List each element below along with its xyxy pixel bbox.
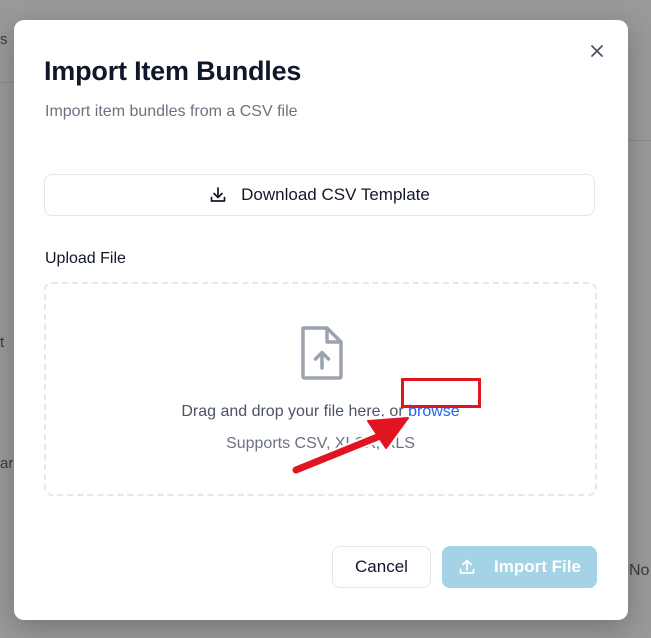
dialog-subtitle: Import item bundles from a CSV file — [45, 103, 298, 120]
upload-icon — [459, 559, 475, 574]
background-text-fragment: No — [629, 562, 650, 579]
import-button-label: Import File — [494, 557, 581, 576]
dialog-title: Import Item Bundles — [44, 56, 302, 86]
file-upload-icon — [301, 326, 343, 380]
close-icon — [591, 45, 603, 57]
import-dialog: Import Item Bundles Import item bundles … — [14, 20, 628, 620]
background-text-fragment: s — [0, 31, 8, 48]
annotation-arrow-icon — [290, 415, 411, 476]
upload-file-label: Upload File — [45, 250, 126, 267]
download-csv-template-button[interactable]: Download CSV Template — [44, 174, 595, 216]
import-file-button[interactable]: Import File — [442, 546, 597, 588]
annotation-highlight-box — [401, 378, 481, 408]
cancel-button[interactable]: Cancel — [332, 546, 431, 588]
download-icon — [210, 187, 226, 202]
download-button-label: Download CSV Template — [241, 185, 430, 204]
close-button[interactable] — [586, 40, 608, 62]
background-text-fragment: t — [0, 334, 5, 351]
